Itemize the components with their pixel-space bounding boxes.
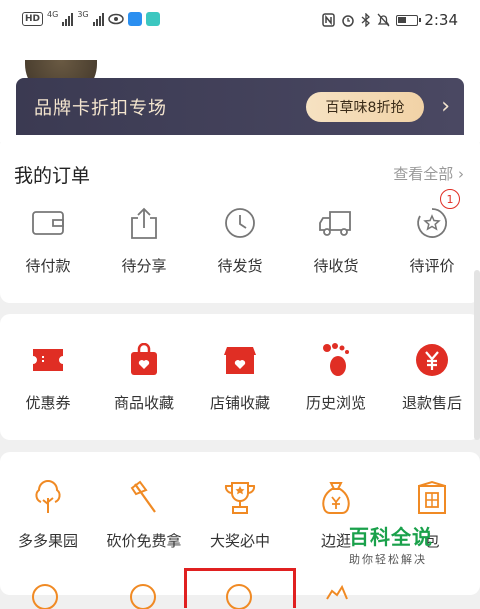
game-label: 大奖必中 xyxy=(209,532,270,550)
watermark-logo: 百科全说 助你轻松解决 xyxy=(349,521,433,567)
eye-icon xyxy=(107,13,124,25)
fu-icon xyxy=(414,480,450,516)
order-pending-review[interactable]: 1 待评价 xyxy=(384,189,480,276)
clock-time: 2:34 xyxy=(424,11,458,29)
signal-icon xyxy=(62,12,74,26)
watermark-subtitle: 助你轻松解决 xyxy=(349,553,427,566)
tool-label: 历史浏览 xyxy=(305,394,366,412)
order-pending-share[interactable]: 待分享 xyxy=(96,205,192,276)
nfc-icon xyxy=(322,13,336,27)
app-notification-icon-2 xyxy=(145,12,160,26)
store-favorites-entry[interactable]: 店铺收藏 xyxy=(192,342,288,413)
mute-bell-icon xyxy=(377,13,390,27)
network-type-2: 3G xyxy=(77,10,89,19)
order-status-label: 待收货 xyxy=(313,257,359,275)
watermark-title: 百科全说 xyxy=(349,525,433,549)
tool-label: 退款售后 xyxy=(401,394,462,412)
axe-icon xyxy=(126,480,162,516)
store-heart-icon xyxy=(222,342,258,378)
view-all-orders-link[interactable]: 查看全部 › xyxy=(393,163,464,184)
chevron-right-icon[interactable]: › xyxy=(441,92,450,122)
game-label: 砍价免费拿 xyxy=(106,532,182,550)
partial-icon[interactable] xyxy=(128,579,158,609)
order-status-label: 待分享 xyxy=(121,257,167,275)
product-favorites-entry[interactable]: 商品收藏 xyxy=(96,342,192,413)
tool-label: 优惠券 xyxy=(25,394,71,412)
yen-icon xyxy=(414,342,450,378)
trophy-icon xyxy=(222,480,258,516)
money-bag-icon xyxy=(318,480,354,516)
clock-icon xyxy=(222,205,258,241)
order-pending-receipt[interactable]: 待收货 xyxy=(288,205,384,276)
coupon-icon xyxy=(30,342,66,378)
footprint-icon xyxy=(318,342,354,378)
truck-icon xyxy=(318,205,354,241)
prize-game-entry[interactable]: 大奖必中 xyxy=(192,480,288,551)
bag-heart-icon xyxy=(126,342,162,378)
order-pending-payment[interactable]: 待付款 xyxy=(0,205,96,276)
bluetooth-icon xyxy=(361,13,371,27)
brand-deal-button[interactable]: 百草味8折抢 xyxy=(306,92,424,122)
share-icon xyxy=(126,205,162,241)
order-status-row: 待付款 待分享 待发货 待收货 1 待评价 xyxy=(0,189,480,276)
status-left: HD 4G 3G xyxy=(22,10,160,26)
app-notification-icon xyxy=(127,12,142,26)
brand-card-banner[interactable]: 品牌卡折扣专场 百草味8折抢 › xyxy=(16,78,464,140)
tool-label: 店铺收藏 xyxy=(209,394,270,412)
coupons-entry[interactable]: 优惠券 xyxy=(0,342,96,413)
order-status-label: 待评价 xyxy=(409,257,455,275)
signal-icon-2 xyxy=(92,12,104,26)
tree-icon xyxy=(30,480,66,516)
game-label: 多多果园 xyxy=(17,532,78,550)
refunds-entry[interactable]: 退款售后 xyxy=(384,342,480,413)
review-icon xyxy=(414,205,450,241)
status-right: 2:34 xyxy=(322,11,458,29)
hd-indicator: HD xyxy=(22,12,44,26)
alarm-icon xyxy=(342,15,355,27)
highlight-box xyxy=(184,568,296,608)
game-label: 边逛 xyxy=(320,532,351,550)
review-count-badge: 1 xyxy=(440,189,460,209)
status-bar: HD 4G 3G 2:34 xyxy=(0,0,480,42)
battery-icon xyxy=(396,14,422,26)
wallet-icon xyxy=(30,205,66,241)
tool-label: 商品收藏 xyxy=(113,394,174,412)
tools-row: 优惠券 商品收藏 店铺收藏 历史浏览 退款售后 xyxy=(0,342,480,413)
orchard-game-entry[interactable]: 多多果园 xyxy=(0,480,96,551)
network-type-1: 4G xyxy=(47,10,59,19)
browsing-history-entry[interactable]: 历史浏览 xyxy=(288,342,384,413)
my-orders-card: 我的订单 查看全部 › 待付款 待分享 待发货 待收货 1 待评价 xyxy=(0,135,480,303)
scrollbar[interactable] xyxy=(474,270,480,440)
favorites-tools-card: 优惠券 商品收藏 店铺收藏 历史浏览 退款售后 xyxy=(0,314,480,440)
orders-title: 我的订单 xyxy=(14,165,91,187)
brand-banner-title: 品牌卡折扣专场 xyxy=(34,98,167,119)
order-pending-shipment[interactable]: 待发货 xyxy=(192,205,288,276)
partial-icon[interactable] xyxy=(30,579,60,609)
bargain-game-entry[interactable]: 砍价免费拿 xyxy=(96,480,192,551)
partial-icon[interactable] xyxy=(322,579,352,609)
order-status-label: 待付款 xyxy=(25,257,71,275)
order-status-label: 待发货 xyxy=(217,257,263,275)
